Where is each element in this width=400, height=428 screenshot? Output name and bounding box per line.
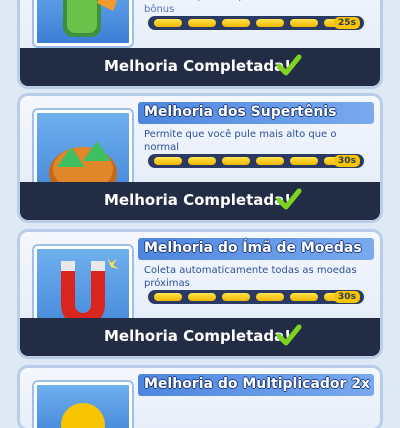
timer-badge: 30s [334,155,360,167]
upgrade-card-jetpack: Leva você pro céu para coletar moedas bô… [20,0,380,86]
multiplier-icon [34,382,132,428]
card-description: Leva você pro céu para coletar moedas bô… [144,0,342,15]
completed-banner: Melhoria Completada! [20,182,380,220]
progress-bar: 30s [148,290,364,304]
completed-label: Melhoria Completada! [104,191,292,209]
upgrade-card-coin-magnet: Melhoria do Ímã de Moedas Coleta automat… [20,232,380,356]
timer-badge: 25s [334,17,360,29]
completed-banner: Melhoria Completada! [20,318,380,356]
progress-bar: 30s [148,154,364,168]
card-title-bar: Melhoria do Ímã de Moedas [138,238,374,260]
upgrade-card-multiplier: Melhoria do Multiplicador 2x [20,368,380,428]
check-icon [276,188,302,210]
check-icon [276,54,302,76]
upgrade-card-super-sneakers: Melhoria dos Supertênis Permite que você… [20,96,380,220]
jetpack-icon [34,0,132,46]
card-title-bar: Melhoria dos Supertênis [138,102,374,124]
progress-bar: 25s [148,16,364,30]
card-description: Coleta automaticamente todas as moedas p… [144,265,357,289]
card-title: Melhoria dos Supertênis [144,104,337,120]
card-title-bar: Melhoria do Multiplicador 2x [138,374,374,396]
completed-label: Melhoria Completada! [104,57,292,75]
completed-banner: Melhoria Completada! [20,48,380,86]
card-description: Permite que você pule mais alto que o no… [144,129,337,153]
check-icon [276,324,302,346]
timer-badge: 30s [334,291,360,303]
card-title: Melhoria do Ímã de Moedas [144,240,362,256]
completed-label: Melhoria Completada! [104,327,292,345]
card-title: Melhoria do Multiplicador 2x [144,376,371,392]
